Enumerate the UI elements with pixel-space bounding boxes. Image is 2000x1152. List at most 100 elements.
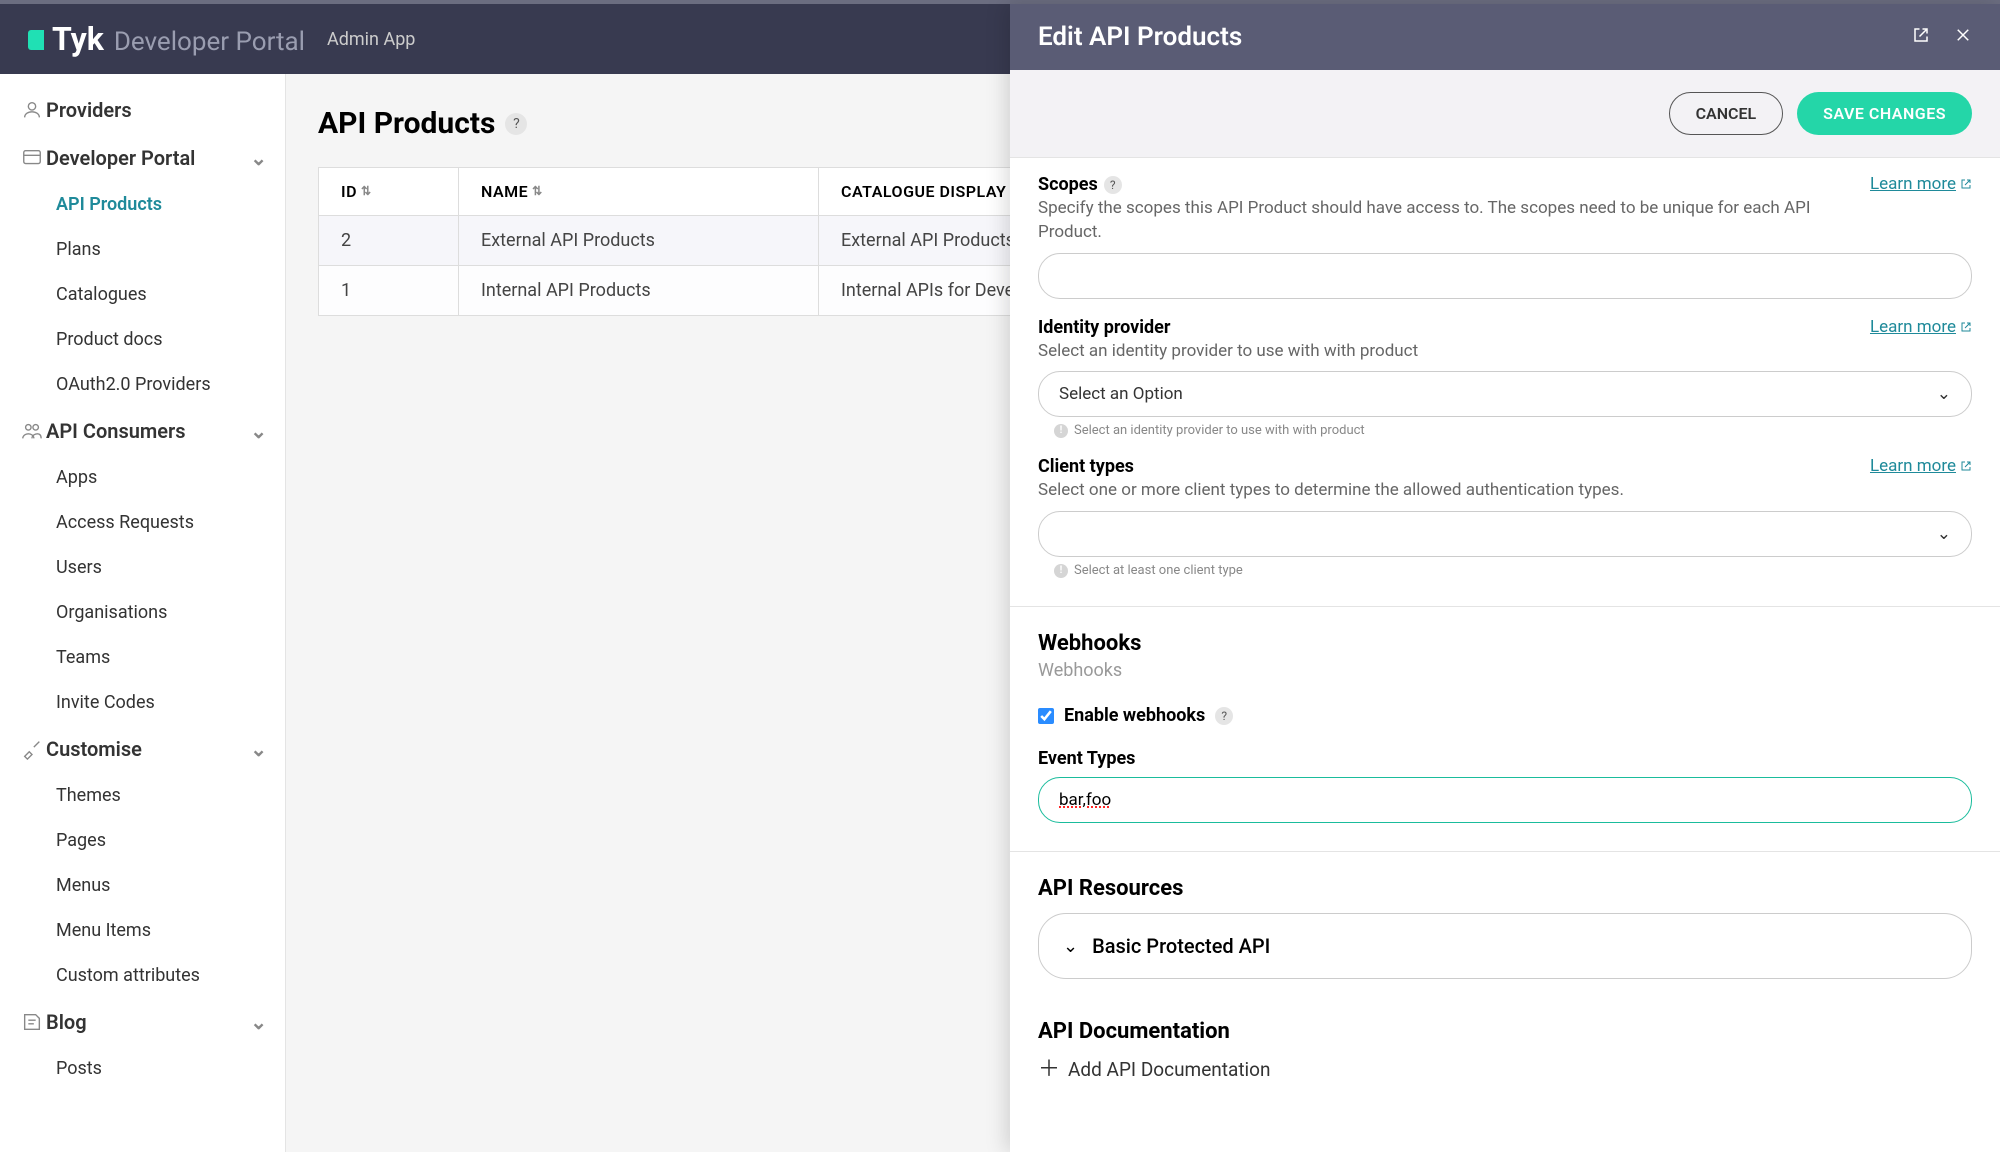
enable-webhooks-checkbox[interactable] bbox=[1038, 708, 1054, 724]
scopes-field: Scopes ? Specify the scopes this API Pro… bbox=[1038, 174, 1972, 299]
warning-icon: ! bbox=[1054, 564, 1068, 578]
sidebar-item-catalogues[interactable]: Catalogues bbox=[0, 272, 285, 317]
learn-more-text: Learn more bbox=[1870, 317, 1956, 337]
learn-more-link[interactable]: Learn more bbox=[1870, 174, 1972, 194]
chevron-down-icon: ⌄ bbox=[250, 737, 267, 761]
chevron-down-icon: ⌄ bbox=[1937, 384, 1951, 404]
chevron-down-icon: ⌄ bbox=[1937, 524, 1951, 544]
chevron-down-icon: ⌄ bbox=[250, 1010, 267, 1034]
sidebar-item-oauth-providers[interactable]: OAuth2.0 Providers bbox=[0, 362, 285, 407]
identity-select-placeholder: Select an Option bbox=[1059, 384, 1183, 404]
sidebar-item-menu-items[interactable]: Menu Items bbox=[0, 908, 285, 953]
sidebar-label: Blog bbox=[46, 1010, 87, 1034]
divider bbox=[1010, 851, 2000, 852]
learn-more-text: Learn more bbox=[1870, 174, 1956, 194]
client-types-select[interactable]: ⌄ bbox=[1038, 511, 1972, 557]
sidebar-item-teams[interactable]: Teams bbox=[0, 635, 285, 680]
sidebar-item-menus[interactable]: Menus bbox=[0, 863, 285, 908]
chevron-down-icon: ⌄ bbox=[250, 146, 267, 170]
sidebar-item-custom-attributes[interactable]: Custom attributes bbox=[0, 953, 285, 998]
event-types-label: Event Types bbox=[1038, 748, 1135, 769]
cell-id: 1 bbox=[319, 266, 459, 316]
logo-mark-icon bbox=[28, 30, 44, 50]
cell-name: External API Products bbox=[459, 216, 819, 266]
identity-provider-field: Identity provider Select an identity pro… bbox=[1038, 317, 1972, 439]
webhooks-subtitle: Webhooks bbox=[1038, 660, 1972, 681]
panel-title: Edit API Products bbox=[1038, 22, 1242, 52]
client-types-hint: ! Select at least one client type bbox=[1038, 563, 1972, 578]
client-types-label: Client types bbox=[1038, 456, 1134, 477]
scopes-desc: Specify the scopes this API Product shou… bbox=[1038, 197, 1870, 245]
logo[interactable]: Tyk Developer Portal bbox=[28, 20, 305, 58]
col-name[interactable]: NAME ⇅ bbox=[459, 168, 819, 216]
sidebar-item-access-requests[interactable]: Access Requests bbox=[0, 500, 285, 545]
sidebar-item-providers[interactable]: Providers bbox=[0, 86, 285, 134]
enable-webhooks-label: Enable webhooks bbox=[1064, 705, 1205, 726]
col-name-label: NAME bbox=[481, 182, 528, 201]
sidebar-label: Developer Portal bbox=[46, 146, 195, 170]
sidebar-item-api-consumers[interactable]: API Consumers ⌄ bbox=[0, 407, 285, 455]
chevron-down-icon: ⌄ bbox=[1063, 936, 1078, 957]
sidebar-item-plans[interactable]: Plans bbox=[0, 227, 285, 272]
sidebar-item-developer-portal[interactable]: Developer Portal ⌄ bbox=[0, 134, 285, 182]
api-documentation-title: API Documentation bbox=[1038, 1019, 1972, 1044]
learn-more-link[interactable]: Learn more bbox=[1870, 317, 1972, 337]
customise-icon bbox=[18, 738, 46, 760]
add-api-documentation-button[interactable]: ＋ Add API Documentation bbox=[1038, 1058, 1972, 1081]
sidebar-item-apps[interactable]: Apps bbox=[0, 455, 285, 500]
providers-icon bbox=[18, 99, 46, 121]
cell-id: 2 bbox=[319, 216, 459, 266]
event-types-field: Event Types bbox=[1038, 748, 1972, 823]
blog-icon bbox=[18, 1011, 46, 1033]
learn-more-link[interactable]: Learn more bbox=[1870, 456, 1972, 476]
plus-icon: ＋ bbox=[1038, 1059, 1060, 1081]
sidebar-item-users[interactable]: Users bbox=[0, 545, 285, 590]
sidebar-item-api-products[interactable]: API Products bbox=[0, 182, 285, 227]
page-title-text: API Products bbox=[318, 106, 495, 141]
enable-webhooks-row: Enable webhooks ? bbox=[1038, 705, 1972, 726]
sort-icon: ⇅ bbox=[361, 187, 372, 195]
event-types-input[interactable] bbox=[1038, 777, 1972, 823]
help-icon[interactable]: ? bbox=[1104, 176, 1122, 194]
add-api-documentation-label: Add API Documentation bbox=[1068, 1058, 1270, 1081]
save-button[interactable]: SAVE CHANGES bbox=[1797, 92, 1972, 135]
sidebar-item-organisations[interactable]: Organisations bbox=[0, 590, 285, 635]
developer-portal-icon bbox=[18, 147, 46, 169]
sidebar-item-posts[interactable]: Posts bbox=[0, 1046, 285, 1091]
api-resource-accordion[interactable]: ⌄ Basic Protected API bbox=[1038, 913, 1972, 979]
help-icon[interactable]: ? bbox=[1215, 707, 1233, 725]
close-icon[interactable] bbox=[1954, 26, 1972, 48]
identity-select[interactable]: Select an Option ⌄ bbox=[1038, 371, 1972, 417]
col-id-label: ID bbox=[341, 182, 357, 201]
help-icon[interactable]: ? bbox=[505, 113, 527, 135]
divider bbox=[1010, 606, 2000, 607]
sidebar-item-pages[interactable]: Pages bbox=[0, 818, 285, 863]
sidebar-item-themes[interactable]: Themes bbox=[0, 773, 285, 818]
sidebar-label: Providers bbox=[46, 98, 132, 122]
sidebar-label: Customise bbox=[46, 737, 142, 761]
sort-icon: ⇅ bbox=[532, 187, 543, 195]
admin-app-label[interactable]: Admin App bbox=[327, 29, 415, 50]
panel-body: Scopes ? Specify the scopes this API Pro… bbox=[1010, 158, 2000, 1152]
client-types-desc: Select one or more client types to deter… bbox=[1038, 479, 1870, 503]
client-types-field: Client types Select one or more client t… bbox=[1038, 456, 1972, 578]
identity-hint: ! Select an identity provider to use wit… bbox=[1038, 423, 1972, 438]
cancel-button[interactable]: CANCEL bbox=[1669, 92, 1784, 135]
logo-sub: Developer Portal bbox=[114, 27, 305, 57]
sidebar-item-blog[interactable]: Blog ⌄ bbox=[0, 998, 285, 1046]
panel-header: Edit API Products bbox=[1010, 4, 2000, 70]
sidebar-item-invite-codes[interactable]: Invite Codes bbox=[0, 680, 285, 725]
scopes-label: Scopes bbox=[1038, 174, 1098, 195]
sidebar: Providers Developer Portal ⌄ API Product… bbox=[0, 74, 286, 1152]
col-id[interactable]: ID ⇅ bbox=[319, 168, 459, 216]
scopes-input[interactable] bbox=[1038, 253, 1972, 299]
warning-icon: ! bbox=[1054, 424, 1068, 438]
open-external-icon[interactable] bbox=[1912, 26, 1930, 48]
api-resources-title: API Resources bbox=[1038, 876, 1972, 901]
sidebar-item-product-docs[interactable]: Product docs bbox=[0, 317, 285, 362]
identity-desc: Select an identity provider to use with … bbox=[1038, 340, 1870, 364]
sidebar-label: API Consumers bbox=[46, 419, 186, 443]
sidebar-item-customise[interactable]: Customise ⌄ bbox=[0, 725, 285, 773]
identity-label: Identity provider bbox=[1038, 317, 1171, 338]
chevron-down-icon: ⌄ bbox=[250, 419, 267, 443]
